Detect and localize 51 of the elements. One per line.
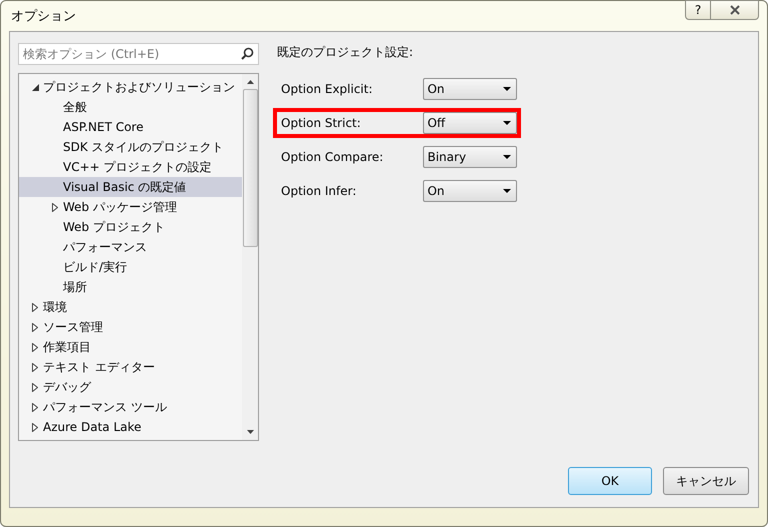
search-icon [241,47,254,60]
scroll-down-icon[interactable] [246,430,254,434]
expand-icon[interactable] [32,382,38,392]
tree-item[interactable]: 作業項目 [19,337,242,357]
window-title: オプション [10,8,76,25]
help-button[interactable]: ? [685,0,711,20]
tree-item[interactable]: パフォーマンス ツール [19,397,242,417]
tree-item[interactable]: ASP.NET Core [19,117,242,137]
tree-item[interactable]: テキスト エディター [19,357,242,377]
cancel-button[interactable]: キャンセル [663,467,749,495]
tree-item[interactable]: 場所 [19,277,242,297]
dropdown-arrow-icon [503,121,511,125]
tree-item[interactable]: VC++ プロジェクトの設定 [19,157,242,177]
tree-item[interactable]: ビルド/実行 [19,257,242,277]
tree-item[interactable]: デバッグ [19,377,242,397]
option-dropdown[interactable]: On [423,180,517,202]
expand-icon[interactable] [32,362,38,372]
close-icon [728,5,740,15]
expand-icon[interactable] [32,422,38,432]
tree-item[interactable]: ソース管理 [19,317,242,337]
tree-item[interactable]: Azure Data Lake [19,417,242,437]
tree-item[interactable]: 環境 [19,297,242,317]
close-button[interactable] [711,0,759,20]
search-field[interactable]: 検索オプション (Ctrl+E) [18,43,259,65]
scroll-up-icon[interactable] [246,80,254,84]
section-heading: 既定のプロジェクト設定: [277,44,414,61]
option-label: Option Infer: [281,184,358,198]
option-dropdown[interactable]: Off [423,112,517,134]
option-dropdown[interactable]: On [423,78,517,100]
expand-icon[interactable] [32,342,38,352]
expand-icon[interactable] [32,322,38,332]
dropdown-arrow-icon [503,155,511,159]
tree-item[interactable]: SDK スタイルのプロジェクト [19,137,242,157]
tree-item[interactable]: プロジェクトおよびソリューション [19,77,242,97]
option-dropdown[interactable]: Binary [423,146,517,168]
scrollbar[interactable] [242,74,258,440]
option-label: Option Compare: [281,150,384,164]
expand-icon[interactable] [52,202,58,212]
option-label: Option Strict: [281,116,362,130]
expand-icon[interactable] [32,402,38,412]
tree-item[interactable]: 全般 [19,97,242,117]
tree-item[interactable]: Web パッケージ管理 [19,197,242,217]
ok-button[interactable]: OK [568,467,652,495]
tree-item[interactable]: Visual Basic の既定値 [19,177,242,197]
dropdown-arrow-icon [503,87,511,91]
expand-icon[interactable] [32,302,38,312]
tree-item[interactable]: パフォーマンス [19,237,242,257]
tree-item[interactable]: Web プロジェクト [19,217,242,237]
option-label: Option Explicit: [281,82,374,96]
collapse-icon[interactable] [32,84,38,90]
dropdown-arrow-icon [503,189,511,193]
